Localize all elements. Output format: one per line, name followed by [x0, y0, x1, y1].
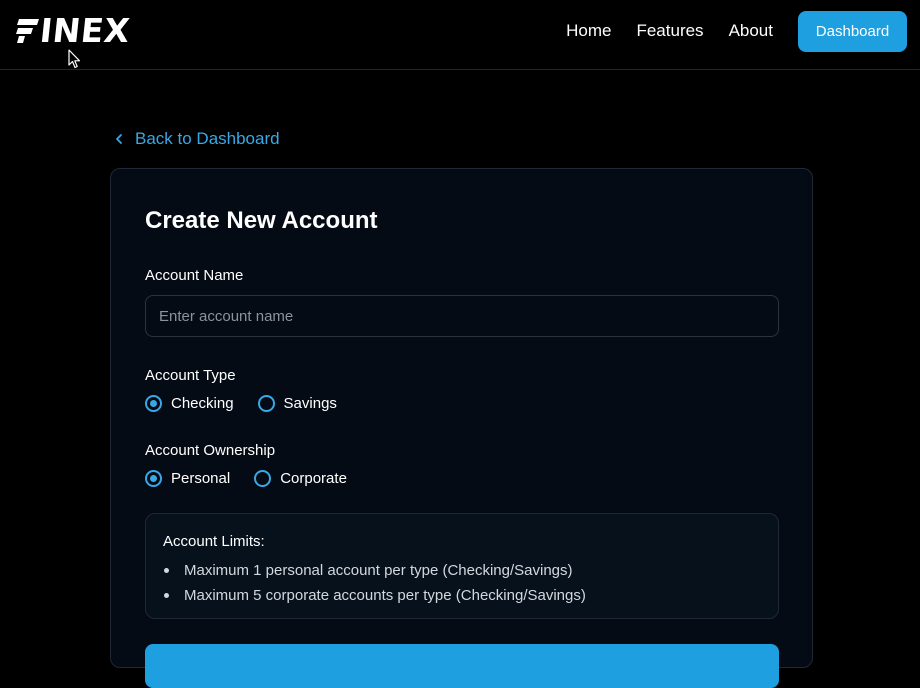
list-item: Maximum 5 corporate accounts per type (C…	[163, 583, 761, 608]
account-limits-box: Account Limits: Maximum 1 personal accou…	[145, 513, 779, 619]
account-type-label: Account Type	[145, 367, 236, 384]
nav-links: Home Features About Dashboard	[566, 0, 920, 62]
nav-link-home[interactable]: Home	[566, 21, 611, 41]
radio-corporate[interactable]	[254, 470, 272, 487]
list-item: Maximum 1 personal account per type (Che…	[163, 558, 761, 583]
logo-text: INEX	[38, 11, 132, 50]
radio-label-corporate: Corporate	[280, 470, 347, 487]
create-account-card: Create New Account Account Name Account …	[110, 168, 813, 688]
page-title: Create New Account	[145, 207, 378, 234]
nav-link-features[interactable]: Features	[636, 21, 703, 41]
radio-label-personal: Personal	[171, 470, 231, 487]
radio-checking[interactable]	[145, 395, 162, 412]
chevron-left-icon	[116, 134, 122, 144]
radio-label-checking: Checking	[171, 395, 234, 412]
back-link-label: Back to Dashboard	[135, 129, 280, 148]
radio-option-personal[interactable]: Personal	[145, 470, 230, 487]
dashboard-button[interactable]: Dashboard	[798, 10, 907, 52]
account-name-input[interactable]	[145, 295, 779, 337]
account-ownership-label: Account Ownership	[145, 442, 276, 459]
limits-title: Account Limits:	[163, 533, 265, 550]
radio-option-corporate[interactable]: Corporate	[254, 470, 347, 487]
radio-personal[interactable]	[145, 470, 162, 487]
mouse-pointer-icon	[68, 49, 81, 69]
limits-list: Maximum 1 personal account per type (Che…	[163, 558, 761, 608]
finex-f-mark-icon	[16, 19, 39, 43]
radio-savings[interactable]	[257, 395, 275, 412]
radio-option-checking[interactable]: Checking	[145, 395, 234, 412]
top-navbar: INEX Home Features About Dashboard	[0, 0, 920, 70]
ownership-radio-group: Personal Corporate	[145, 470, 371, 487]
finex-logo[interactable]: INEX	[16, 11, 132, 50]
radio-label-savings: Savings	[283, 395, 337, 412]
nav-link-about[interactable]: About	[729, 21, 773, 41]
radio-option-savings[interactable]: Savings	[257, 395, 337, 412]
account-name-label: Account Name	[145, 267, 244, 284]
create-account-submit-button[interactable]	[145, 644, 779, 688]
account-type-radio-group: Checking Savings	[145, 395, 361, 412]
back-to-dashboard-link[interactable]: Back to Dashboard	[113, 128, 280, 150]
